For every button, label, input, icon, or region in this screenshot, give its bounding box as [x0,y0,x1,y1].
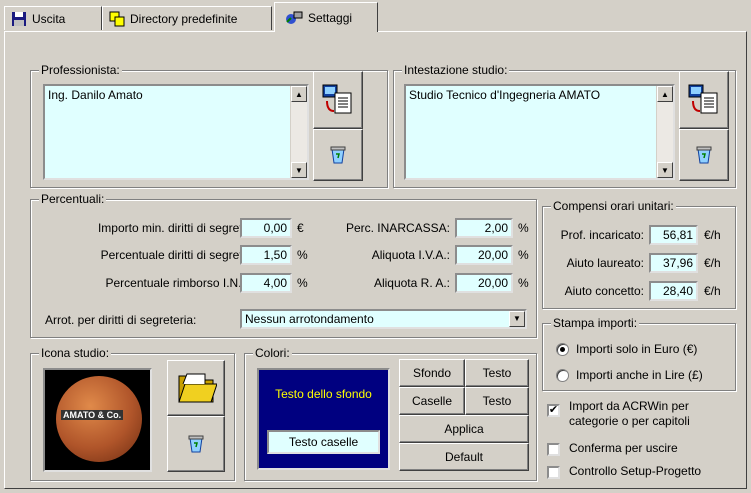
arrot-select[interactable]: Nessun arrotondamento ▼ [240,309,527,329]
scroll-down-button[interactable]: ▼ [291,162,307,178]
intestazione-copy-button[interactable] [679,71,729,129]
professionista-scrollbar[interactable]: ▲ ▼ [290,86,307,178]
icona-legend: Icona studio: [39,346,112,360]
inarcassa-label: Perc. INARCASSA: [345,221,450,235]
importo-min-unit: € [297,221,304,235]
radio-dot [560,347,565,352]
intestazione-memo[interactable]: Studio Tecnico d'Ingegneria AMATO ▲ ▼ [404,84,675,180]
arrot-label: Arrot. per diritti di segreteria: [45,313,197,327]
controllo-setup-checkbox[interactable] [547,466,560,479]
tab-directory-predefinite[interactable]: Directory predefinite [102,6,272,30]
professionista-memo[interactable]: Ing. Danilo Amato ▲ ▼ [43,84,309,180]
colori-group: Colori: Testo dello sfondo Testo caselle… [244,346,537,481]
tab-uscita[interactable]: Uscita [4,6,102,30]
sfondo-button[interactable]: Sfondo [399,359,465,387]
professionista-group: Professionista: Ing. Danilo Amato ▲ ▼ [30,63,388,188]
recycle-bin-icon [696,146,712,164]
clear-icon-button[interactable] [167,416,225,472]
tab-label: Uscita [32,11,66,26]
icona-group: Icona studio: AMATO & Co. [30,346,235,481]
tab-label: Directory predefinite [130,11,238,26]
ra-label: Aliquota R. A.: [373,276,450,290]
aiuto-laureato-unit: €/h [704,256,721,270]
studio-logo-image: AMATO & Co. [43,368,152,472]
testo-caselle-button[interactable]: Testo [465,387,529,415]
perc-diritti-field[interactable]: 1,50 [240,245,292,265]
settings-icon [286,11,303,24]
import-acr-checkbox[interactable]: ✔ [547,404,560,417]
prof-incaricato-field[interactable]: 56,81 [649,225,698,245]
conferma-uscire-label[interactable]: Conferma per uscire [569,440,678,456]
intestazione-legend: Intestazione studio: [402,63,510,77]
open-folder-button[interactable] [167,360,225,416]
importo-min-field[interactable]: 0,00 [240,218,292,238]
inarcassa-unit: % [518,221,529,235]
scroll-up-button[interactable]: ▲ [657,86,673,102]
compensi-group: Compensi orari unitari: Prof. incaricato… [542,199,736,309]
conferma-uscire-checkbox[interactable] [547,443,560,456]
intestazione-group: Intestazione studio: Studio Tecnico d'In… [393,63,736,188]
copy-document-icon [688,84,718,114]
professionista-copy-button[interactable] [313,71,363,129]
stampa-group: Stampa importi: Importi solo in Euro (€)… [542,316,736,391]
percentuali-legend: Percentuali: [39,192,107,206]
percentuali-group: Percentuali: Importo min. diritti di seg… [30,192,537,338]
tab-settaggi[interactable]: Settaggi [274,2,378,32]
professionista-text: Ing. Danilo Amato [48,88,143,102]
ra-unit: % [518,276,529,290]
radio-anche-lire[interactable] [556,369,569,382]
radio-anche-lire-label[interactable]: Importi anche in Lire (£) [576,367,703,383]
scroll-up-button[interactable]: ▲ [291,86,307,102]
copy-document-icon [322,84,352,114]
recycle-bin-icon [330,146,346,164]
preview-caselle-text: Testo caselle [267,430,380,454]
prof-incaricato-unit: €/h [704,228,721,242]
intestazione-text: Studio Tecnico d'Ingegneria AMATO [409,88,601,102]
prof-incaricato-label: Prof. incaricato: [560,228,644,242]
color-preview: Testo dello sfondo Testo caselle [257,368,390,470]
radio-solo-euro[interactable] [556,343,569,356]
folder-icon [178,373,217,403]
professionista-legend: Professionista: [39,63,122,77]
import-acr-label[interactable]: Import da ACRWin per categorie o per cap… [569,399,734,429]
arrot-selected-value: Nessun arrotondamento [245,312,374,326]
iva-label: Aliquota I.V.A.: [371,248,450,262]
iva-field[interactable]: 20,00 [455,245,513,265]
colori-legend: Colori: [253,346,292,360]
compensi-legend: Compensi orari unitari: [551,199,676,213]
preview-background-text: Testo dello sfondo [275,387,372,401]
recycle-bin-icon [188,435,204,453]
applica-button[interactable]: Applica [399,415,529,443]
iva-unit: % [518,248,529,262]
stampa-legend: Stampa importi: [551,316,640,330]
copy-directory-icon [109,11,125,26]
aiuto-laureato-field[interactable]: 37,96 [649,253,698,273]
controllo-setup-label[interactable]: Controllo Setup-Progetto [569,463,701,479]
caselle-button[interactable]: Caselle [399,387,465,415]
perc-diritti-unit: % [297,248,308,262]
intestazione-scrollbar[interactable]: ▲ ▼ [656,86,673,178]
intestazione-clear-button[interactable] [679,129,729,181]
perc-inps-field[interactable]: 4,00 [240,273,292,293]
professionista-clear-button[interactable] [313,129,363,181]
inarcassa-field[interactable]: 2,00 [455,218,513,238]
studio-logo-text: AMATO & Co. [61,410,124,420]
default-button[interactable]: Default [399,443,529,471]
testo-sfondo-button[interactable]: Testo [465,359,529,387]
aiuto-concetto-unit: €/h [704,284,721,298]
tab-label: Settaggi [308,10,353,25]
perc-inps-unit: % [297,276,308,290]
ra-field[interactable]: 20,00 [455,273,513,293]
aiuto-laureato-label: Aiuto laureato: [566,256,644,270]
aiuto-concetto-label: Aiuto concetto: [564,284,644,298]
aiuto-concetto-field[interactable]: 28,40 [649,281,698,301]
scroll-down-button[interactable]: ▼ [657,162,673,178]
radio-solo-euro-label[interactable]: Importi solo in Euro (€) [576,341,697,357]
chevron-down-icon[interactable]: ▼ [509,311,525,327]
floppy-disk-icon [12,11,26,26]
